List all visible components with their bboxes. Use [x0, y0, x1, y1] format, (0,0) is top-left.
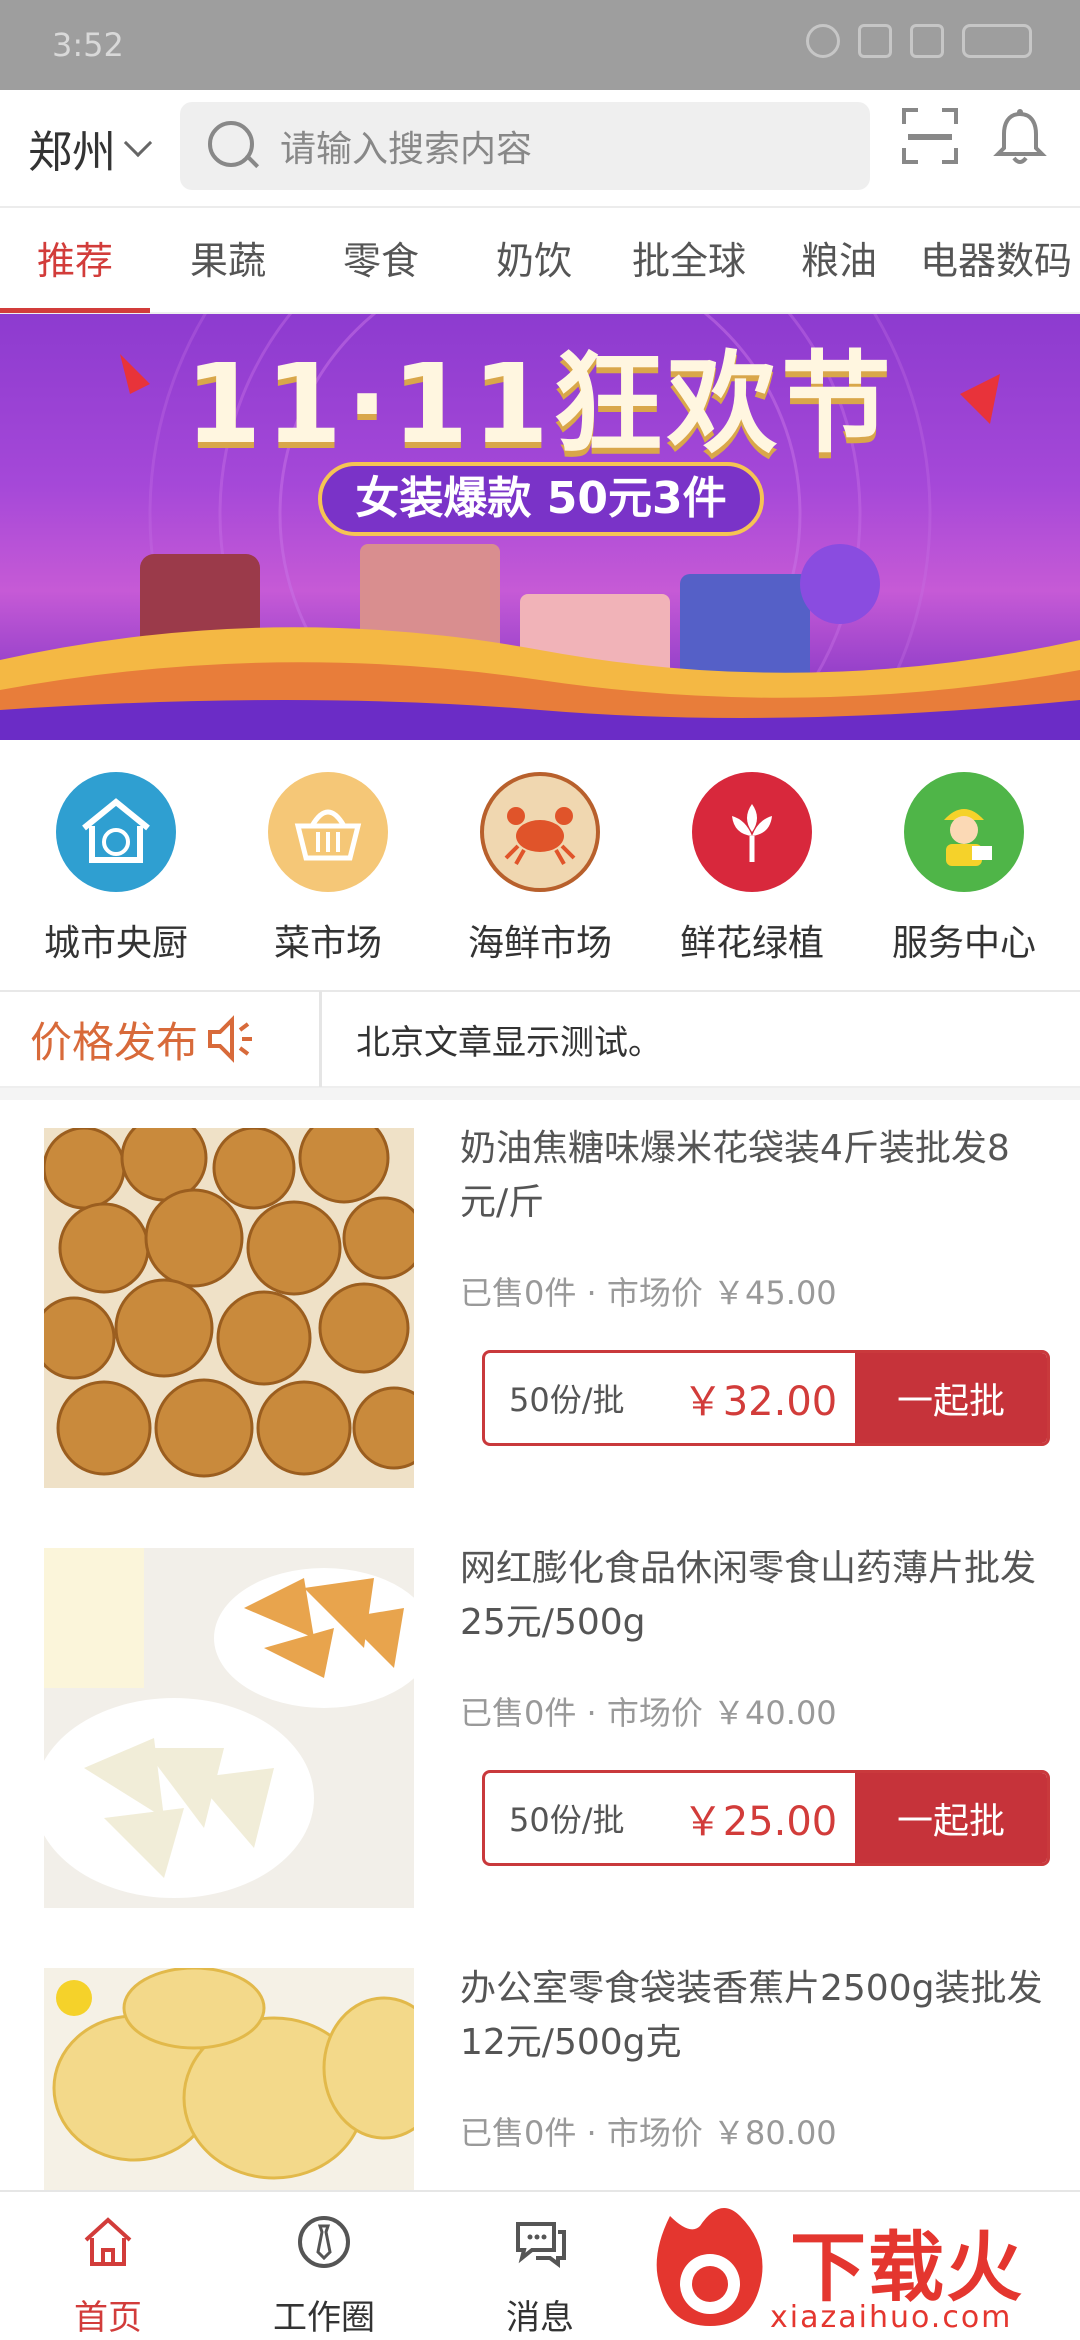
top-header: 郑州 请输入搜索内容 — [0, 90, 1080, 208]
entry-label: 鲜花绿植 — [679, 923, 824, 964]
product-title[interactable]: 奶油焦糖味爆米花袋装4斤装批发8元/斤 — [460, 1122, 1050, 1230]
batch-size: 50份/批 — [509, 1381, 625, 1419]
home-icon — [84, 2217, 132, 2266]
entry-seafood-market[interactable]: 海鲜市场 — [440, 772, 640, 984]
price-notice-bar[interactable]: 价格发布 北京文章显示测试。 — [0, 991, 1080, 1088]
product-card[interactable]: 办公室零食袋装香蕉片2500g装批发12元/500g克 已售0件 · 市场价 ￥… — [0, 1940, 1080, 2190]
flower-icon — [692, 772, 812, 892]
status-icons — [806, 24, 1032, 58]
city-selector[interactable]: 郑州 — [28, 116, 153, 180]
tab-grain-oil[interactable]: 粮油 — [766, 209, 912, 313]
product-image-banana-chips[interactable] — [44, 1968, 414, 2190]
product-sales-info: 已售0件 · 市场价 ￥40.00 — [460, 1694, 837, 1732]
nav-label: 工作圈 — [273, 2298, 375, 2338]
promo-banner[interactable]: 11·11狂欢节 女装爆款 50元3件 — [0, 314, 1080, 740]
speaker-icon — [208, 1015, 253, 1063]
battery-icon — [962, 24, 1032, 58]
status-bar: 3:52 — [0, 0, 1080, 90]
tab-fruit-veg[interactable]: 果蔬 — [150, 209, 306, 313]
product-card[interactable]: 网红膨化食品休闲零食山药薄片批发25元/500g 已售0件 · 市场价 ￥40.… — [0, 1520, 1080, 1940]
product-sales-info: 已售0件 · 市场价 ￥45.00 — [460, 1274, 837, 1312]
group-buy-button[interactable]: 一起批 — [855, 1773, 1047, 1863]
chevron-down-icon — [123, 128, 153, 158]
entry-flowers-plants[interactable]: 鲜花绿植 — [652, 772, 852, 984]
product-sales-info: 已售0件 · 市场价 ￥80.00 — [460, 2114, 837, 2152]
search-placeholder: 请输入搜索内容 — [280, 129, 533, 170]
signal-icon — [910, 24, 944, 58]
entry-service-center[interactable]: 服务中心 — [864, 772, 1064, 984]
tab-global[interactable]: 批全球 — [612, 209, 766, 313]
entry-vegetable-market[interactable]: 菜市场 — [228, 772, 428, 984]
search-input[interactable]: 请输入搜索内容 — [180, 102, 870, 190]
tab-electronics[interactable]: 电器数码 — [912, 209, 1080, 313]
scan-icon[interactable] — [902, 108, 958, 164]
kitchen-house-icon — [56, 772, 176, 892]
nav-messages[interactable]: 消息 — [432, 2192, 648, 2340]
notice-title: 价格发布 — [30, 1017, 199, 1067]
city-label: 郑州 — [28, 127, 116, 178]
quick-entries: 城市央厨 菜市场 海鲜市场 鲜花绿植 服务中心 — [0, 744, 1080, 984]
product-card[interactable]: 奶油焦糖味爆米花袋装4斤装批发8元/斤 已售0件 · 市场价 ￥45.00 50… — [0, 1100, 1080, 1520]
alarm-icon — [806, 24, 840, 58]
bell-icon[interactable] — [992, 108, 1048, 168]
watermark-logo: 下载火 xiazaihuo.com — [640, 2196, 1080, 2340]
banner-title: 11·11狂欢节 — [185, 340, 895, 468]
product-price: ￥32.00 — [682, 1379, 838, 1425]
product-title[interactable]: 办公室零食袋装香蕉片2500g装批发12元/500g克 — [460, 1962, 1050, 2070]
group-buy-bar: 50份/批 ￥32.00 一起批 — [482, 1350, 1050, 1446]
tie-icon — [298, 2216, 350, 2268]
service-worker-icon — [904, 772, 1024, 892]
group-buy-bar: 50份/批 ￥25.00 一起批 — [482, 1770, 1050, 1866]
notice-label: 价格发布 — [0, 991, 322, 1087]
entry-label: 菜市场 — [273, 923, 382, 964]
search-icon — [206, 119, 260, 173]
entry-label: 海鲜市场 — [467, 923, 612, 964]
product-image-popcorn[interactable] — [44, 1128, 414, 1488]
nav-work-circle[interactable]: 工作圈 — [216, 2192, 432, 2340]
section-gap — [0, 1088, 1080, 1100]
batch-size: 50份/批 — [509, 1801, 625, 1839]
basket-icon — [268, 772, 388, 892]
notice-text: 北京文章显示测试。 — [356, 1022, 662, 1063]
entry-label: 城市央厨 — [43, 923, 188, 964]
tab-snacks[interactable]: 零食 — [306, 209, 456, 313]
group-buy-button[interactable]: 一起批 — [855, 1353, 1047, 1443]
nav-label: 首页 — [74, 2298, 142, 2338]
entry-city-kitchen[interactable]: 城市央厨 — [16, 772, 216, 984]
status-time: 3:52 — [52, 26, 124, 64]
category-tabs: 推荐 果蔬 零食 奶饮 批全球 粮油 电器数码 — [0, 210, 1080, 314]
banner-subtitle: 女装爆款 50元3件 — [318, 462, 764, 536]
tab-dairy-drinks[interactable]: 奶饮 — [456, 209, 612, 313]
nav-label: 消息 — [506, 2298, 574, 2338]
banner-wave — [0, 627, 1080, 740]
wifi-icon — [858, 24, 892, 58]
product-price: ￥25.00 — [682, 1799, 838, 1845]
crab-icon — [480, 772, 600, 892]
tab-recommend[interactable]: 推荐 — [0, 209, 150, 313]
nav-home[interactable]: 首页 — [0, 2192, 216, 2340]
product-image-yam-chips[interactable] — [44, 1548, 414, 1908]
watermark-url: xiazaihuo.com — [770, 2300, 1013, 2335]
product-title[interactable]: 网红膨化食品休闲零食山药薄片批发25元/500g — [460, 1542, 1050, 1650]
flame-logo-icon — [656, 2208, 763, 2326]
entry-label: 服务中心 — [891, 923, 1036, 964]
chat-icon — [516, 2222, 566, 2268]
